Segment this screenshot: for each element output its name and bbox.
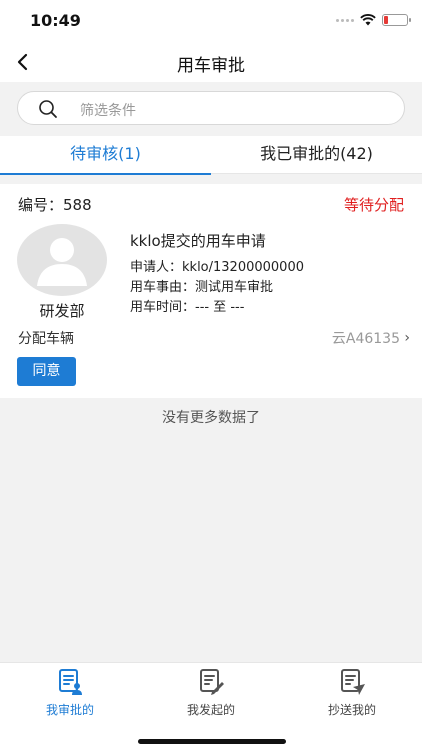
department-label: 研发部	[39, 302, 85, 320]
status-icons	[336, 14, 411, 26]
search-area: 筛选条件	[0, 82, 422, 136]
page-title: 用车审批	[177, 56, 245, 76]
request-code: 编号：588	[18, 194, 92, 215]
chevron-right-icon[interactable]: ›	[404, 330, 410, 346]
status-badge: 等待分配	[343, 196, 404, 214]
bottom-tab-bar: 我审批的 我发起的 抄送我的	[0, 662, 422, 750]
tab-active-indicator	[0, 173, 211, 175]
tabbar-item-cc[interactable]: 抄送我的	[282, 667, 422, 718]
search-input[interactable]: 筛选条件	[17, 91, 405, 125]
time-row: 用车时间：--- 至 ---	[130, 296, 244, 315]
applicant-label: 申请人：	[130, 260, 183, 275]
assign-vehicle-label: 分配车辆	[18, 331, 74, 347]
approval-list-icon	[59, 669, 82, 695]
person-icon	[37, 238, 87, 286]
request-code-value: 588	[63, 196, 92, 214]
applicant-row: 申请人：kklo/13200000000	[130, 256, 304, 275]
tabbar-label-cc: 抄送我的	[327, 703, 376, 717]
reason-label: 用车事由：	[130, 280, 196, 295]
avatar	[17, 224, 107, 296]
nav-bar: 用车审批	[0, 44, 422, 82]
assign-vehicle-value[interactable]: 云A46135	[332, 328, 400, 348]
reason-value: 测试用车审批	[195, 280, 274, 295]
tab-pending[interactable]: 待审核(1)	[0, 136, 211, 175]
home-indicator	[138, 739, 286, 744]
status-bar: 10:49	[0, 0, 422, 44]
edit-document-icon	[200, 669, 224, 695]
approve-button[interactable]: 同意	[17, 357, 76, 386]
applicant-value: kklo/13200000000	[182, 260, 304, 275]
request-card[interactable]: 编号：588 等待分配 研发部 kklo提交的用车申请 申请人：kklo/132…	[0, 184, 422, 398]
wifi-icon	[360, 14, 376, 26]
time-label: 用车时间：	[130, 300, 196, 315]
search-icon	[39, 100, 57, 118]
send-document-icon	[341, 669, 365, 695]
tab-bar: 待审核(1) 我已审批的(42)	[0, 136, 422, 175]
time-value: --- 至 ---	[195, 300, 245, 315]
request-code-label: 编号：	[18, 196, 64, 214]
request-title: kklo提交的用车申请	[130, 232, 266, 250]
status-time: 10:49	[30, 11, 81, 30]
list-end-text: 没有更多数据了	[162, 410, 260, 426]
reason-row: 用车事由：测试用车审批	[130, 276, 273, 295]
search-placeholder: 筛选条件	[80, 103, 136, 119]
tabbar-label-my-approvals: 我审批的	[45, 703, 94, 717]
tabbar-item-my-approvals[interactable]: 我审批的	[0, 667, 140, 718]
tabbar-item-initiated[interactable]: 我发起的	[141, 667, 281, 718]
tab-pending-label: 待审核(1)	[70, 144, 141, 163]
tab-approved[interactable]: 我已审批的(42)	[211, 136, 422, 174]
tabbar-label-initiated: 我发起的	[186, 703, 235, 717]
battery-icon	[382, 14, 411, 26]
tab-approved-label: 我已审批的(42)	[260, 144, 373, 163]
signal-icon	[336, 18, 354, 22]
